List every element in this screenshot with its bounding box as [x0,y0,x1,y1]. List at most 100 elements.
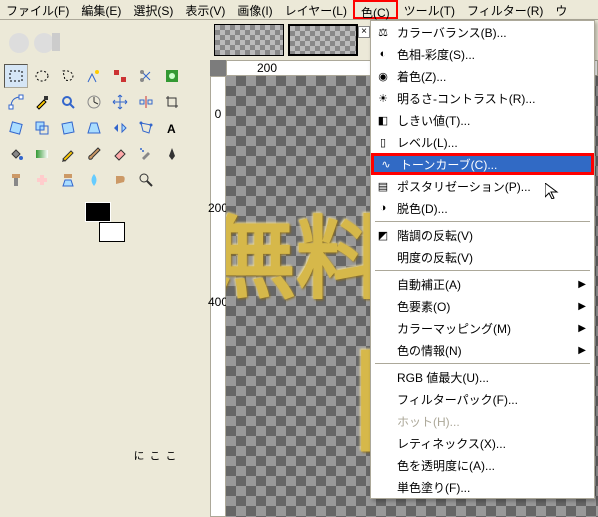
fuzzy-select-tool[interactable] [82,64,106,88]
menu-desaturate[interactable]: ◑脱色(D)... [371,197,594,219]
menu-value-invert[interactable]: 明度の反転(V) [371,246,594,268]
perspective-tool[interactable] [82,116,106,140]
separator [375,270,590,271]
menu-tools[interactable]: ツール(T) [398,0,461,19]
toolbox: A ここに [0,20,210,248]
menu-view[interactable]: 表示(V) [179,0,231,19]
curves-icon: ∿ [378,156,394,172]
threshold-icon: ◧ [375,112,391,128]
blank-icon [375,276,391,292]
shear-tool[interactable] [56,116,80,140]
color-swatch[interactable] [85,202,125,242]
dock-hint: ここに [130,450,178,461]
menu-hue-saturation[interactable]: ◐色相-彩度(S)... [371,43,594,65]
menu-curves[interactable]: ∿トーンカーブ(C)... [371,153,594,175]
menu-threshold[interactable]: ◧しきい値(T)... [371,109,594,131]
scissors-tool[interactable] [134,64,158,88]
blank-icon [375,391,391,407]
flip-tool[interactable] [108,116,132,140]
desaturate-icon: ◑ [375,200,391,216]
clone-tool[interactable] [4,168,28,192]
menu-auto[interactable]: 自動補正(A)▶ [371,273,594,295]
zoom-tool[interactable] [56,90,80,114]
menu-edit[interactable]: 編集(E) [75,0,127,19]
invert-icon: ◩ [375,227,391,243]
bg-color[interactable] [99,222,125,242]
ink-tool[interactable] [160,142,184,166]
menu-colorize[interactable]: ◉着色(Z)... [371,65,594,87]
menu-brightness-contrast[interactable]: ☀明るさ-コントラスト(R)... [371,87,594,109]
levels-icon: ▯ [375,134,391,150]
menu-rgb-max[interactable]: RGB 値最大(U)... [371,366,594,388]
menu-file[interactable]: ファイル(F) [0,0,75,19]
menu-filter-pack[interactable]: フィルターパック(F)... [371,388,594,410]
blank-icon [375,320,391,336]
blank-icon [375,479,391,495]
submenu-arrow-icon: ▶ [578,323,586,334]
menu-retinex[interactable]: レティネックス(X)... [371,432,594,454]
crop-tool[interactable] [160,90,184,114]
gimp-logo-icon [4,25,64,55]
blank-icon [375,369,391,385]
image-tab-2[interactable]: × [288,24,358,56]
toolbox-header [0,20,210,60]
color-picker-tool[interactable] [30,90,54,114]
foreground-select-tool[interactable] [160,64,184,88]
blend-tool[interactable] [30,142,54,166]
menu-layer[interactable]: レイヤー(L) [279,0,353,19]
menu-components[interactable]: 色要素(O)▶ [371,295,594,317]
glyph: 無 [226,186,296,316]
menu-color-balance[interactable]: ⚖カラーバランス(B)... [371,21,594,43]
menu-select[interactable]: 選択(S) [127,0,179,19]
color-menu-dropdown: ⚖カラーバランス(B)... ◐色相-彩度(S)... ◉着色(Z)... ☀明… [370,20,595,499]
cage-tool[interactable] [134,116,158,140]
separator [375,363,590,364]
airbrush-tool[interactable] [134,142,158,166]
posterize-icon: ▤ [375,178,391,194]
paintbrush-tool[interactable] [82,142,106,166]
menu-levels[interactable]: ▯レベル(L)... [371,131,594,153]
move-tool[interactable] [108,90,132,114]
menu-map[interactable]: カラーマッピング(M)▶ [371,317,594,339]
bucket-fill-tool[interactable] [4,142,28,166]
blank-icon [375,413,391,429]
colorize-icon: ◉ [375,68,391,84]
menubar: ファイル(F) 編集(E) 選択(S) 表示(V) 画像(I) レイヤー(L) … [0,0,598,20]
eraser-tool[interactable] [108,142,132,166]
submenu-arrow-icon: ▶ [578,345,586,356]
measure-tool[interactable] [82,90,106,114]
menu-color-to-alpha[interactable]: 色を透明度に(A)... [371,454,594,476]
menu-flat-color[interactable]: 単色塗り(F)... [371,476,594,498]
rect-select-tool[interactable] [4,64,28,88]
align-tool[interactable] [134,90,158,114]
balance-icon: ⚖ [375,24,391,40]
menu-image[interactable]: 画像(I) [231,0,278,19]
image-tab-1[interactable] [214,24,284,56]
menu-invert[interactable]: ◩階調の反転(V) [371,224,594,246]
free-select-tool[interactable] [56,64,80,88]
rotate-tool[interactable] [4,116,28,140]
fg-color[interactable] [85,202,111,222]
pencil-tool[interactable] [56,142,80,166]
menu-hot: ホット(H)... [371,410,594,432]
text-tool[interactable]: A [160,116,184,140]
blur-tool[interactable] [82,168,106,192]
blank-icon [375,457,391,473]
blank-icon [375,342,391,358]
submenu-arrow-icon: ▶ [578,301,586,312]
blank-icon [375,249,391,265]
perspective-clone-tool[interactable] [56,168,80,192]
close-tab-icon[interactable]: × [358,26,370,38]
smudge-tool[interactable] [108,168,132,192]
menu-color[interactable]: 色(C) [353,0,398,19]
menu-filters[interactable]: フィルター(R) [461,0,549,19]
dodge-tool[interactable] [134,168,158,192]
ellipse-select-tool[interactable] [30,64,54,88]
paths-tool[interactable] [4,90,28,114]
heal-tool[interactable] [30,168,54,192]
scale-tool[interactable] [30,116,54,140]
menu-info[interactable]: 色の情報(N)▶ [371,339,594,361]
by-color-select-tool[interactable] [108,64,132,88]
menu-window[interactable]: ウ [549,0,573,19]
mouse-cursor-icon [545,183,561,199]
